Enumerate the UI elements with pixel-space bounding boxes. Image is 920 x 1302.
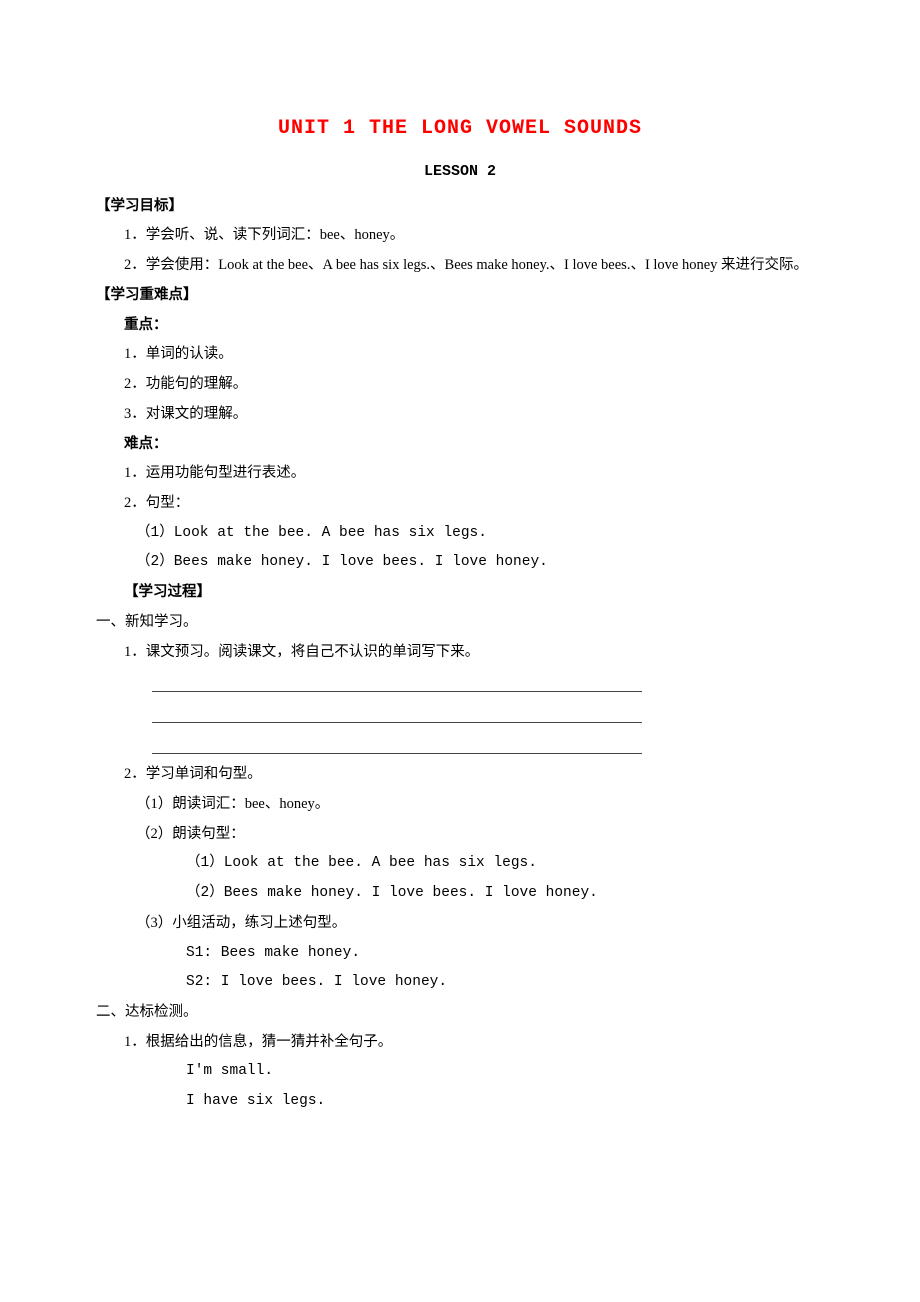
- nandian-item: 2．句型：: [96, 489, 824, 519]
- dialogue-line: S2: I love bees. I love honey.: [96, 968, 824, 998]
- zhongdian-item: 3．对课文的理解。: [96, 400, 824, 430]
- read-sentence: （1）Look at the bee. A bee has six legs.: [96, 849, 824, 879]
- read-sentence: （2）Bees make honey. I love bees. I love …: [96, 879, 824, 909]
- guess-line: I have six legs.: [96, 1087, 824, 1117]
- sentence-pattern: （2）Bees make honey. I love bees. I love …: [96, 548, 824, 578]
- part2-heading: 二、达标检测。: [96, 998, 824, 1028]
- nandian-item: 1．运用功能句型进行表述。: [96, 459, 824, 489]
- study-item: 2．学习单词和句型。: [96, 760, 824, 790]
- test-item: 1．根据给出的信息，猜一猜并补全句子。: [96, 1028, 824, 1058]
- objective-item: 1．学会听、说、读下列词汇：bee、honey。: [96, 221, 824, 251]
- part1-heading: 一、新知学习。: [96, 608, 824, 638]
- group-activity-label: （3）小组活动，练习上述句型。: [96, 909, 824, 939]
- sentence-pattern: （1）Look at the bee. A bee has six legs.: [96, 519, 824, 549]
- zhongdian-item: 2．功能句的理解。: [96, 370, 824, 400]
- process-heading: 【学习过程】: [96, 578, 824, 608]
- unit-title: UNIT 1 THE LONG VOWEL SOUNDS: [96, 108, 824, 149]
- preview-item: 1．课文预习。阅读课文，将自己不认识的单词写下来。: [96, 638, 824, 668]
- blank-line: [152, 698, 642, 723]
- guess-line: I'm small.: [96, 1057, 824, 1087]
- read-vocab: （1）朗读词汇：bee、honey。: [96, 790, 824, 820]
- zhongdian-item: 1．单词的认读。: [96, 340, 824, 370]
- lesson-subtitle: LESSON 2: [96, 157, 824, 188]
- nandian-label: 难点：: [96, 430, 824, 460]
- blank-line: [152, 667, 642, 692]
- objectives-heading: 【学习目标】: [96, 192, 824, 222]
- dialogue-line: S1: Bees make honey.: [96, 939, 824, 969]
- objective-item: 2．学会使用：Look at the bee、A bee has six leg…: [96, 251, 824, 281]
- keypoints-heading: 【学习重难点】: [96, 281, 824, 311]
- read-sentence-label: （2）朗读句型：: [96, 820, 824, 850]
- blank-line: [152, 729, 642, 754]
- zhongdian-label: 重点：: [96, 311, 824, 341]
